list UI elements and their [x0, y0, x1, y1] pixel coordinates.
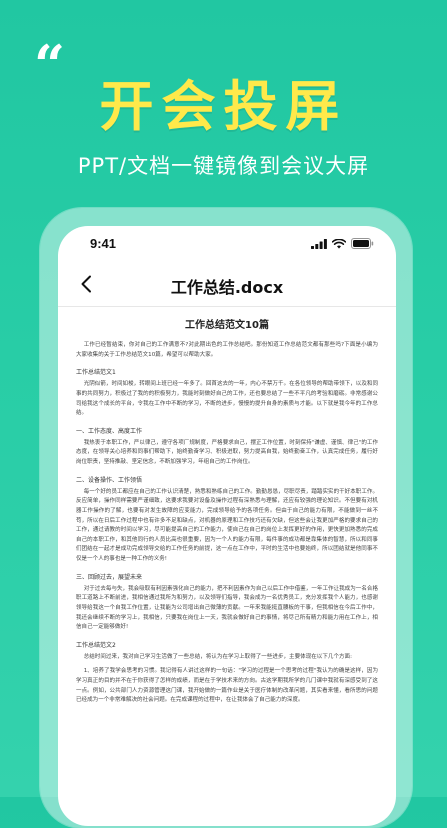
document-body: 工作已经暂结束，你对自己的工作满意不?对此期出色的工作总结吧。那份知道工作总结范…: [76, 341, 378, 706]
document-content[interactable]: 工作总结范文10篇 工作已经暂结束，你对自己的工作满意不?对此期出色的工作总结吧…: [76, 312, 378, 826]
status-icons: [311, 238, 374, 249]
wifi-icon: [332, 239, 346, 249]
document-paragraph: 1、培养了我学会思考的习惯。我记得有人讲过这样的一句话："学习的过程是一个思考的…: [76, 668, 378, 704]
subheadline: PPT/文档一键镜像到会议大屏: [77, 154, 370, 178]
document-paragraph: 总结时间过来，我对自己学习生活做了一些总结，将认为在学习上取得了一些进步，主要体…: [83, 653, 352, 660]
phone-screen: 9:41 工作总结.docx 工作总结范文10篇 工作已经暂结束，你对自己的工作…: [58, 226, 396, 826]
document-paragraph: 工作已经暂结束，你对自己的工作满意不?对此期出色的工作总结吧。那份知道工作总结范…: [76, 342, 378, 358]
document-heading: 一、工作态度、高度工作: [76, 427, 143, 435]
signal-icon: [311, 239, 327, 249]
document-heading: 工作总结范文1: [76, 369, 116, 377]
document-title: 工作总结范文10篇: [185, 320, 269, 331]
status-bar: 9:41: [58, 226, 396, 262]
document-paragraph: 我热衷于本职工作，严以律己，遵守各项厂规制度，严格要求自己，摆正工作位置，时刻保…: [76, 439, 378, 465]
nav-bar: 工作总结.docx: [58, 266, 396, 302]
document-paragraph: 光阴似箭，时间如梭，转眼间上班已经一年多了。回首这去的一年，内心不禁万千。在各位…: [76, 381, 378, 417]
headline: 开会投屏: [99, 75, 348, 138]
status-time: 9:41: [90, 236, 117, 251]
document-paragraph: 每一个好的员工都应在自己的工作认识清楚，熟悉和熟练自己的工作。勤勤恳恳，尽职尽责…: [76, 488, 378, 562]
document-heading: 二、设备操作、工作领悟: [76, 476, 143, 484]
battery-icon: [351, 238, 374, 249]
nav-divider: [58, 306, 396, 307]
document-heading: 工作总结范文2: [76, 641, 116, 649]
document-heading: 三、回顾过去，展望未来: [76, 573, 143, 581]
nav-title: 工作总结.docx: [170, 278, 284, 297]
document-paragraph: 对于过去每与失，我会吸取有利因素强化自己的能力，把不利因素作为自己以后工作中借鉴…: [76, 585, 378, 631]
